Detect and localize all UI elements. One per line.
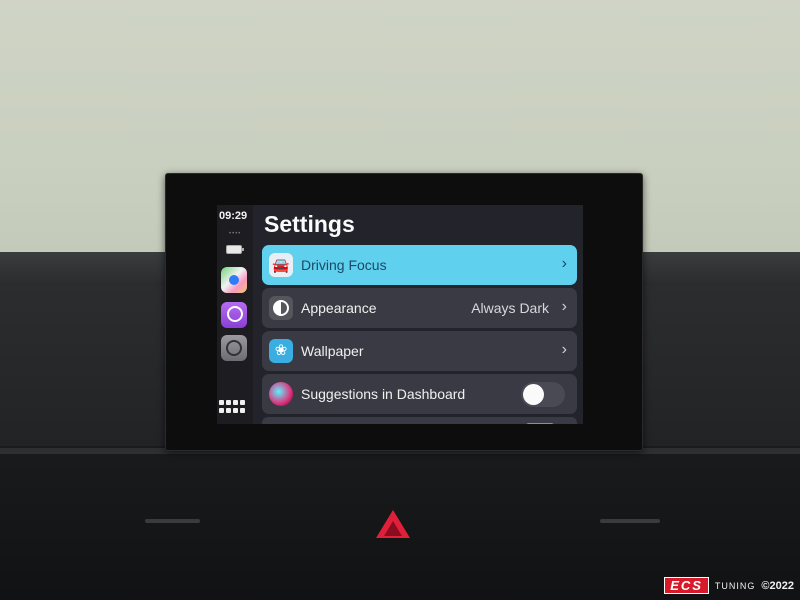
settings-icon[interactable] — [221, 335, 247, 361]
status-time: 09:29 — [219, 210, 248, 222]
car-icon: 🚘 — [269, 253, 293, 277]
app-grid-icon[interactable] — [219, 400, 245, 414]
settings-row-appearance[interactable]: Appearance Always Dark › — [262, 288, 577, 328]
vent-slat — [600, 519, 660, 523]
chevron-right-icon: › — [561, 298, 567, 315]
watermark-copyright: ©2022 — [761, 579, 794, 592]
settings-row-suggestions: Suggestions in Dashboard — [262, 374, 577, 414]
page-title: Settings — [264, 211, 355, 237]
row-label: Suggestions in Dashboard — [301, 386, 466, 402]
settings-row-partial[interactable] — [262, 417, 577, 424]
chevron-right-icon: › — [561, 255, 567, 272]
settings-row-wallpaper[interactable]: ❀ Wallpaper › — [262, 331, 577, 371]
vent-slat — [145, 519, 200, 523]
wallpaper-icon: ❀ — [269, 339, 293, 363]
appearance-icon — [269, 296, 293, 320]
podcasts-icon[interactable] — [221, 302, 247, 328]
toggle-on-partial — [525, 423, 555, 424]
row-value: Always Dark — [471, 300, 549, 316]
chevron-right-icon: › — [561, 341, 567, 358]
carplay-screen: 09:29 •••• Settings 🚘 Driving Focus › Ap… — [217, 205, 583, 424]
hazard-icon — [384, 521, 402, 536]
settings-row-driving-focus[interactable]: 🚘 Driving Focus › — [262, 245, 577, 285]
battery-icon — [226, 245, 244, 254]
carplay-dock: 09:29 •••• — [217, 205, 253, 424]
row-label: Appearance — [301, 300, 377, 316]
row-label: Wallpaper — [301, 343, 364, 359]
watermark-text: TUNING — [714, 580, 756, 591]
signal-icon: •••• — [229, 231, 242, 237]
siri-icon — [269, 382, 293, 406]
maps-icon[interactable] — [221, 267, 247, 293]
row-label: Driving Focus — [301, 257, 387, 273]
suggestions-toggle[interactable] — [521, 382, 565, 407]
watermark-logo: ECS — [664, 577, 709, 594]
watermark: ECS TUNING ©2022 — [664, 577, 794, 594]
